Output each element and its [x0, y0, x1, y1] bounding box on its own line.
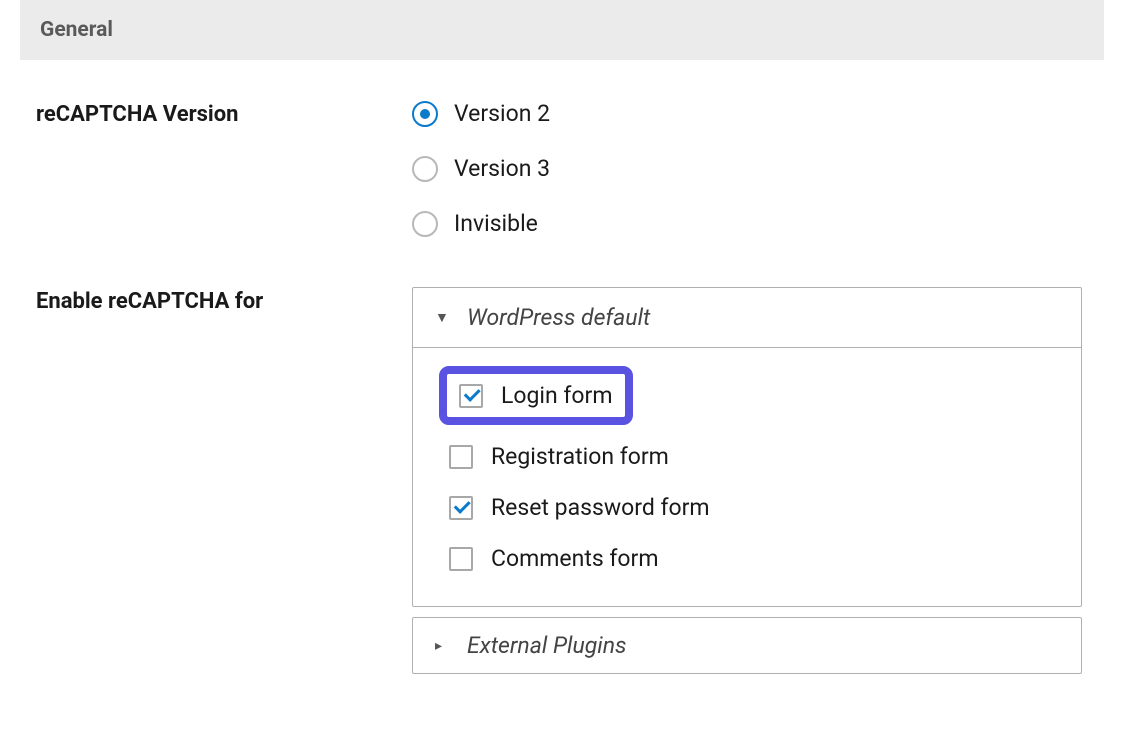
accordion-wordpress-default: ▼ WordPress default Login form Registrat… [412, 287, 1082, 607]
checkbox-item-reset-password-form[interactable]: Reset password form [439, 484, 1055, 531]
checkbox-label: Registration form [491, 443, 669, 470]
checkbox-item-comments-form[interactable]: Comments form [439, 535, 1055, 582]
radio-item-invisible[interactable]: Invisible [412, 210, 1088, 237]
row-enable-recaptcha-for: Enable reCAPTCHA for ▼ WordPress default… [0, 287, 1124, 674]
accordion-title: WordPress default [467, 304, 650, 331]
checkbox-login-form[interactable] [459, 384, 483, 408]
checkbox-item-registration-form[interactable]: Registration form [439, 433, 1055, 480]
chevron-right-icon: ▸ [435, 638, 449, 654]
radio-item-version-2[interactable]: Version 2 [412, 100, 1088, 127]
checkbox-label: Login form [501, 382, 613, 409]
checkbox-item-login-form[interactable]: Login form [439, 366, 633, 425]
accordion-header-external-plugins[interactable]: ▸ External Plugins [413, 618, 1081, 673]
row-recaptcha-version: reCAPTCHA Version Version 2 Version 3 In… [0, 100, 1124, 237]
checkbox-label: Comments form [491, 545, 659, 572]
control-recaptcha-version: Version 2 Version 3 Invisible [412, 100, 1088, 237]
label-recaptcha-version: reCAPTCHA Version [36, 100, 412, 127]
radio-invisible[interactable] [412, 211, 438, 237]
accordion-external-plugins: ▸ External Plugins [412, 617, 1082, 674]
radio-item-version-3[interactable]: Version 3 [412, 155, 1088, 182]
chevron-down-icon: ▼ [435, 309, 449, 326]
checkbox-registration-form[interactable] [449, 445, 473, 469]
accordion-body-wordpress-default: Login form Registration form Reset passw… [413, 347, 1081, 606]
section-title: General [40, 18, 1084, 42]
checkbox-reset-password-form[interactable] [449, 496, 473, 520]
label-enable-recaptcha-for: Enable reCAPTCHA for [36, 287, 412, 314]
radio-group-version: Version 2 Version 3 Invisible [412, 100, 1088, 237]
radio-label: Version 3 [454, 155, 550, 182]
accordion-header-wordpress-default[interactable]: ▼ WordPress default [413, 288, 1081, 347]
radio-version-3[interactable] [412, 156, 438, 182]
control-enable-recaptcha-for: ▼ WordPress default Login form Registrat… [412, 287, 1088, 674]
accordion-title: External Plugins [467, 632, 627, 659]
section-header: General [20, 0, 1104, 60]
checkbox-label: Reset password form [491, 494, 710, 521]
radio-version-2[interactable] [412, 101, 438, 127]
radio-label: Invisible [454, 210, 538, 237]
radio-label: Version 2 [454, 100, 550, 127]
checkbox-comments-form[interactable] [449, 547, 473, 571]
